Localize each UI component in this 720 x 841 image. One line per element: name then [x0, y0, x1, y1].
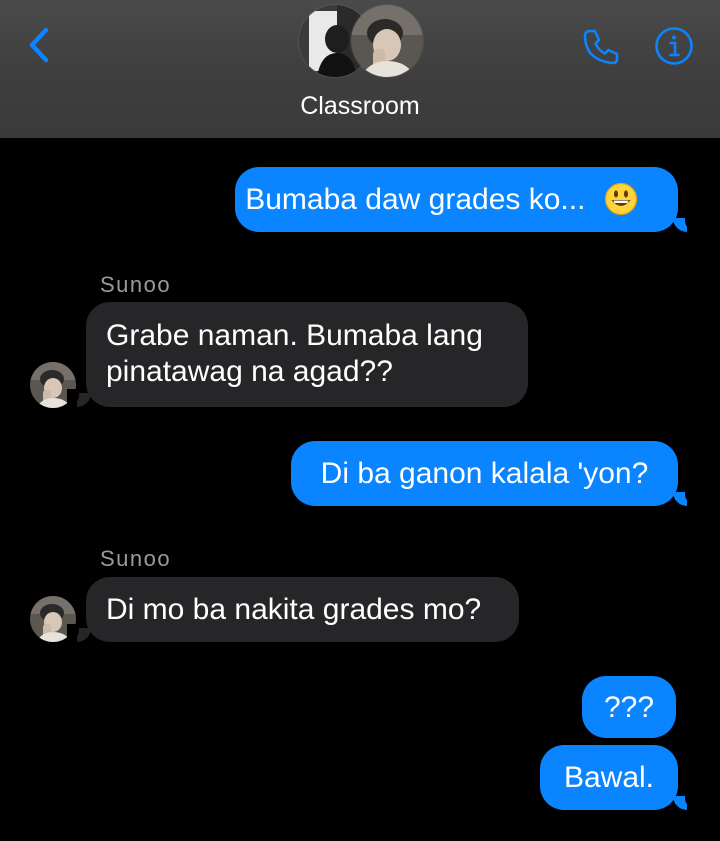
message-text-line: Grabe naman. Bumaba lang	[106, 319, 483, 352]
outgoing-message-bubble[interactable]: Bawal.	[540, 745, 697, 810]
outgoing-message-bubble[interactable]: Bumaba daw grades ko...	[235, 167, 697, 232]
group-avatars[interactable]	[298, 4, 424, 78]
outgoing-message-bubble[interactable]: ???	[582, 676, 676, 738]
bubble-tail	[673, 488, 697, 506]
message-text: Bumaba daw grades ko...	[245, 183, 586, 216]
incoming-message-bubble[interactable]: Grabe naman. Bumaba lang pinatawag na ag…	[67, 302, 528, 407]
group-avatar-2	[350, 4, 424, 78]
message-text: Di ba ganon kalala 'yon?	[320, 457, 649, 490]
conversation-header: Classroom	[0, 0, 720, 138]
message-text-line: pinatawag na agad??	[106, 355, 393, 388]
sender-name: Sunoo	[100, 272, 172, 297]
message-text: Di mo ba nakita grades mo?	[106, 593, 482, 626]
info-button[interactable]	[654, 26, 694, 66]
bubble-tail	[673, 214, 697, 232]
phone-icon	[583, 29, 619, 65]
call-button[interactable]	[580, 26, 622, 68]
sender-name: Sunoo	[100, 546, 172, 571]
outgoing-message-bubble[interactable]: Di ba ganon kalala 'yon?	[291, 441, 697, 506]
back-button[interactable]	[22, 22, 56, 68]
bubble-tail	[673, 792, 697, 810]
bubble-tail	[67, 389, 91, 407]
message-text: ???	[603, 691, 655, 724]
incoming-message-bubble[interactable]: Di mo ba nakita grades mo?	[67, 577, 519, 642]
bubble-tail	[67, 624, 91, 642]
message-text: Bawal.	[563, 761, 655, 794]
group-name[interactable]: Classroom	[0, 92, 720, 121]
info-icon	[655, 27, 693, 65]
chevron-left-icon	[29, 27, 49, 63]
grinning-face-emoji	[604, 182, 637, 216]
